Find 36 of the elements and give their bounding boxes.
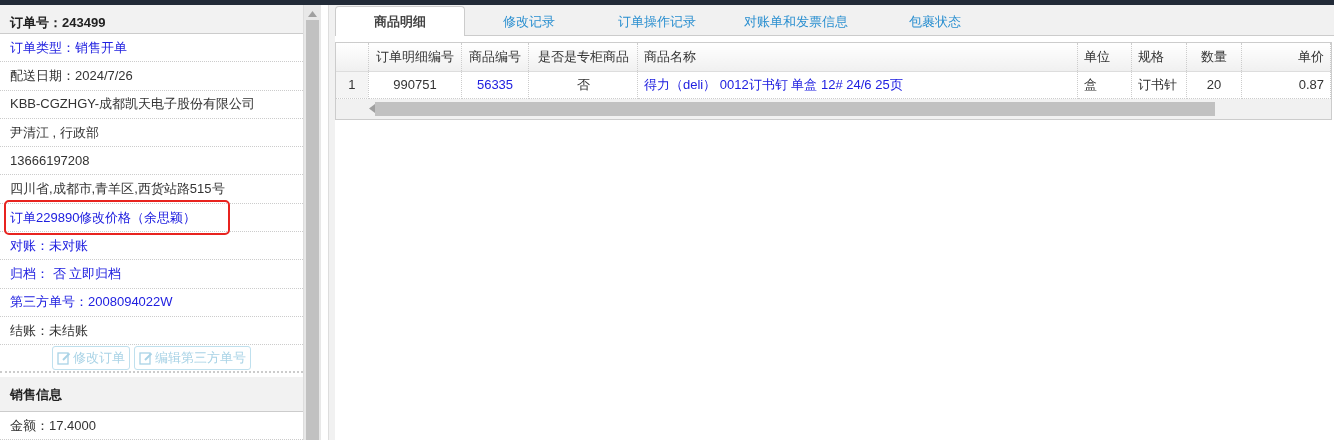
info-text: 结账：未结账 <box>9 321 89 340</box>
table-cell: 0.87 <box>1241 71 1331 98</box>
scroll-up-icon[interactable] <box>307 11 317 17</box>
info-text: 尹清江 , 行政部 <box>9 123 100 142</box>
column-header[interactable]: 规格 <box>1131 43 1187 71</box>
tab[interactable]: 商品明细 <box>334 6 465 36</box>
info-text: 13666197208 <box>9 151 91 170</box>
table-cell: 否 <box>528 71 638 98</box>
info-link[interactable]: 订单229890修改价格（余思颖） <box>6 201 229 233</box>
order-number-title: 订单号：243499 <box>0 5 303 34</box>
info-text: 金额：17.4000 <box>9 416 97 435</box>
section-title: 销售信息 <box>0 376 303 412</box>
column-header[interactable]: 是否是专柜商品 <box>528 43 638 71</box>
column-header[interactable]: 商品名称 <box>637 43 1078 71</box>
table-cell: 订书针 <box>1131 71 1187 98</box>
info-link[interactable]: 对账：未对账 <box>6 233 92 258</box>
info-link[interactable]: 第三方单号：2008094022W <box>6 290 177 314</box>
edit-icon <box>56 350 71 365</box>
column-header[interactable]: 订单明细编号 <box>368 43 462 71</box>
row-number: 1 <box>335 71 369 98</box>
table-cell: 盒 <box>1077 71 1132 98</box>
table-link[interactable]: 56335 <box>461 71 529 98</box>
info-link[interactable]: 订单类型：销售开单 <box>6 35 131 60</box>
column-header[interactable]: 商品编号 <box>461 43 529 71</box>
table-link[interactable]: 得力（deli） 0012订书钉 单盒 12# 24/6 25页 <box>637 71 1078 98</box>
column-header[interactable]: 数量 <box>1186 43 1242 71</box>
column-header[interactable]: 单位 <box>1077 43 1132 71</box>
column-header[interactable]: 单价 <box>1241 43 1331 71</box>
edit-icon <box>138 350 153 365</box>
table-cell: 20 <box>1186 71 1242 98</box>
info-text: 四川省,成都市,青羊区,西货站路515号 <box>9 180 226 199</box>
info-text: 配送日期：2024/7/26 <box>9 67 134 86</box>
info-text: KBB-CGZHGY-成都凯天电子股份有限公司 <box>9 95 257 114</box>
table-cell: 990751 <box>368 71 462 98</box>
horizontal-scrollbar[interactable] <box>335 98 1331 119</box>
info-link[interactable]: 归档： 否 立即归档 <box>6 262 126 286</box>
